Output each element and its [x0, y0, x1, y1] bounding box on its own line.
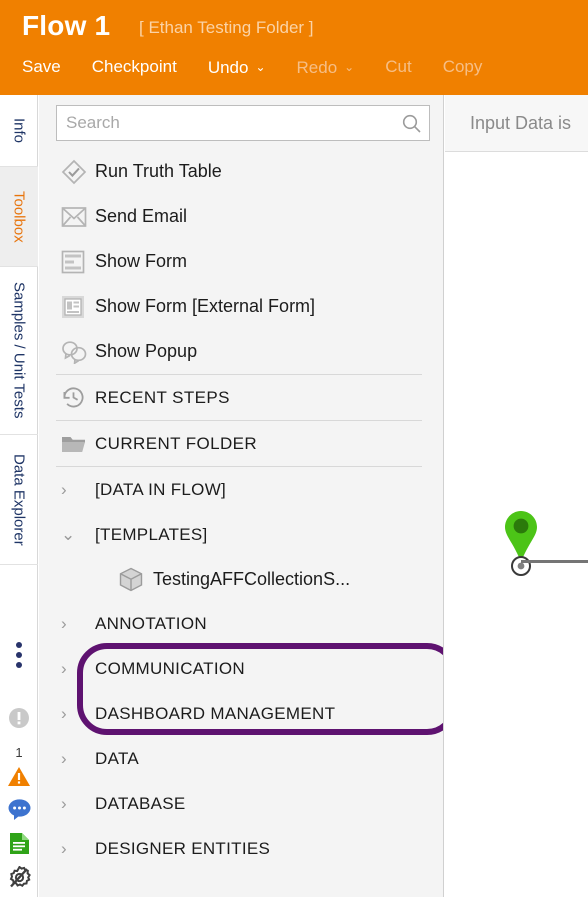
- start-pin-marker[interactable]: [503, 505, 545, 580]
- main-toolbar: Save Checkpoint Undo ⌄ Redo ⌄ Cut Copy: [22, 56, 513, 86]
- toolbox-category-data-in-flow[interactable]: › [DATA IN FLOW]: [39, 467, 443, 512]
- toolbox-category-label: ANNOTATION: [95, 613, 207, 633]
- toolbar-copy-button: Copy: [443, 56, 483, 78]
- chevron-right-icon[interactable]: ›: [61, 480, 95, 500]
- toolbox-step-run-truth-table[interactable]: Run Truth Table: [39, 149, 443, 194]
- sidebar-tab-label: Info: [10, 117, 28, 144]
- folder-breadcrumb: [ Ethan Testing Folder ]: [139, 18, 314, 37]
- toolbar-redo-button: Redo ⌄: [297, 56, 355, 79]
- toolbox-category-label: DASHBOARD MANAGEMENT: [95, 703, 336, 723]
- toolbox-section-label: CURRENT FOLDER: [95, 433, 258, 453]
- toolbox-category-label: DESIGNER ENTITIES: [95, 838, 271, 858]
- toolbar-cut-button: Cut: [385, 56, 411, 78]
- toolbar-checkpoint-button[interactable]: Checkpoint: [92, 56, 177, 78]
- sidebar-tab-data-explorer[interactable]: Data Explorer: [0, 435, 38, 565]
- sidebar-tab-info[interactable]: Info: [0, 95, 38, 167]
- chevron-right-icon[interactable]: ›: [61, 614, 95, 634]
- overflow-menu-icon[interactable]: [0, 620, 38, 690]
- chevron-right-icon[interactable]: ›: [61, 794, 95, 814]
- toolbox-step-show-form-external-form[interactable]: Show Form [External Form]: [39, 284, 443, 329]
- toolbox-step-send-email[interactable]: Send Email: [39, 194, 443, 239]
- toolbox-category-label: DATA: [95, 748, 140, 768]
- toolbox-category-data[interactable]: › DATA: [39, 736, 443, 781]
- document-icon[interactable]: [0, 826, 38, 860]
- toolbar-item-label: Undo: [207, 58, 249, 77]
- toolbox-category-designer-entities[interactable]: › DESIGNER ENTITIES: [39, 826, 443, 871]
- toolbox-section-recent-steps[interactable]: RECENT STEPS: [39, 375, 443, 420]
- toolbox-category-templates[interactable]: ⌄ [TEMPLATES]: [39, 512, 443, 557]
- gear-wrench-icon[interactable]: [0, 860, 38, 894]
- toolbox-step-label: Show Popup: [95, 341, 198, 361]
- sidebar-tab-label: Samples / Unit Tests: [10, 282, 28, 419]
- toolbox-section-label: RECENT STEPS: [95, 387, 230, 407]
- toolbox-template-label: TestingAFFCollectionS...: [153, 568, 351, 589]
- envelope-icon: [61, 206, 95, 228]
- toolbox-step-label: Show Form: [95, 251, 188, 271]
- search-field-wrapper: [56, 105, 430, 141]
- folder-open-icon: [61, 433, 95, 455]
- toolbar-item-label: Save: [22, 57, 61, 76]
- toolbox-step-label: Run Truth Table: [95, 161, 222, 181]
- toolbox-step-label: Show Form [External Form]: [95, 296, 316, 316]
- left-tab-rail: Info Toolbox Samples / Unit Tests Data Expl…: [0, 95, 38, 897]
- popup-bubbles-icon: [61, 340, 95, 364]
- page-title: Flow 1: [22, 10, 111, 41]
- toolbox-category-label: [DATA IN FLOW]: [95, 479, 227, 499]
- toolbar-item-label: Copy: [442, 57, 483, 76]
- toolbox-category-annotation[interactable]: › ANNOTATION: [39, 601, 443, 646]
- cube-icon: [119, 567, 153, 592]
- form-icon: [61, 250, 95, 274]
- external-form-icon: [61, 295, 95, 319]
- toolbox-section-current-folder[interactable]: CURRENT FOLDER: [39, 421, 443, 466]
- flow-designer-window: Flow 1 [ Ethan Testing Folder ] Save Chec…: [0, 0, 588, 897]
- rail-icon-group: 1: [0, 620, 38, 894]
- search-icon[interactable]: [402, 114, 421, 133]
- toolbox-step-show-form[interactable]: Show Form: [39, 239, 443, 284]
- toolbox-step-label: Send Email: [95, 206, 188, 226]
- chat-bubble-icon[interactable]: [0, 792, 38, 826]
- toolbox-category-dashboard-management[interactable]: › DASHBOARD MANAGEMENT: [39, 691, 443, 736]
- warning-triangle-icon[interactable]: [0, 760, 38, 792]
- toolbox-category-label: [TEMPLATES]: [95, 524, 208, 544]
- chevron-right-icon[interactable]: ›: [61, 704, 95, 724]
- toolbox-template-item[interactable]: TestingAFFCollectionS...: [39, 557, 443, 601]
- toolbox-step-show-popup[interactable]: Show Popup: [39, 329, 443, 374]
- info-circle-icon[interactable]: [0, 690, 38, 746]
- diamond-check-icon: [61, 159, 95, 185]
- search-input[interactable]: [56, 105, 430, 141]
- toolbar-save-button[interactable]: Save: [22, 56, 61, 78]
- chevron-down-icon[interactable]: ⌄: [255, 56, 265, 78]
- app-header: Flow 1 [ Ethan Testing Folder ] Save Chec…: [0, 0, 588, 95]
- toolbar-item-label: Cut: [385, 57, 412, 76]
- toolbox-category-label: DATABASE: [95, 793, 186, 813]
- flow-connector-line: [521, 560, 588, 563]
- chevron-down-icon[interactable]: ⌄: [61, 525, 95, 545]
- flow-canvas[interactable]: Input Data is: [445, 95, 588, 897]
- canvas-header: Input Data is: [445, 95, 588, 152]
- sidebar-tab-toolbox[interactable]: Toolbox: [0, 167, 38, 267]
- sidebar-tab-label: Data Explorer: [10, 453, 28, 546]
- sidebar-tab-samples-unit-tests[interactable]: Samples / Unit Tests: [0, 267, 38, 435]
- toolbar-undo-button[interactable]: Undo ⌄: [208, 56, 266, 79]
- toolbox-panel: Run Truth Table Send Email Show Form Show F…: [39, 95, 444, 897]
- toolbox-category-database[interactable]: › DATABASE: [39, 781, 443, 826]
- sidebar-tab-label: Toolbox: [10, 190, 28, 243]
- chevron-right-icon[interactable]: ›: [61, 659, 95, 679]
- history-clock-icon: [61, 385, 95, 410]
- toolbox-category-communication[interactable]: › COMMUNICATION: [39, 646, 443, 691]
- chevron-right-icon[interactable]: ›: [61, 839, 95, 859]
- toolbox-category-label: COMMUNICATION: [95, 658, 245, 678]
- toolbox-list: Run Truth Table Send Email Show Form Show F…: [39, 149, 443, 871]
- canvas-header-title: Input Data is: [470, 113, 572, 133]
- chevron-down-icon[interactable]: ⌄: [344, 56, 354, 78]
- warning-count-badge: 1: [15, 745, 23, 760]
- chevron-right-icon[interactable]: ›: [61, 749, 95, 769]
- toolbar-item-label: Checkpoint: [91, 57, 177, 76]
- toolbar-item-label: Redo: [296, 58, 338, 77]
